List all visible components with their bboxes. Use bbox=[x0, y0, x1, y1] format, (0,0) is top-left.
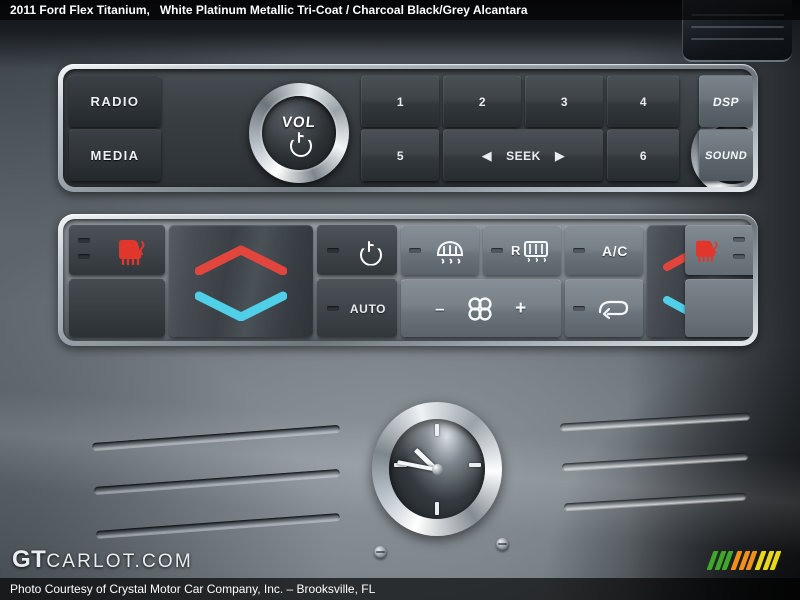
clock-tick-6 bbox=[435, 502, 439, 515]
preset-1-button[interactable]: 1 bbox=[361, 75, 439, 127]
volume-power-knob[interactable]: VOL bbox=[249, 83, 349, 183]
driver-seat-indicator-2 bbox=[78, 254, 90, 259]
preset-3-button[interactable]: 3 bbox=[525, 75, 603, 127]
clock-dial bbox=[389, 419, 485, 519]
volume-knob-label: VOL bbox=[281, 114, 317, 131]
preset-2-label: 2 bbox=[478, 94, 487, 109]
watermark-gt: GT bbox=[12, 546, 47, 573]
heated-seat-icon bbox=[119, 240, 145, 266]
radio-source-button[interactable]: RADIO bbox=[69, 75, 161, 127]
seek-button[interactable]: ◀ SEEK ▶ bbox=[443, 129, 603, 181]
sound-button[interactable]: SOUND bbox=[699, 129, 753, 181]
logo-group-orange bbox=[730, 551, 758, 570]
passenger-heated-seat-button[interactable] bbox=[685, 225, 753, 275]
passenger-seat-indicator-2 bbox=[733, 254, 745, 259]
radio-button-label: RADIO bbox=[90, 94, 140, 109]
front-defrost-icon bbox=[436, 240, 464, 264]
chevron-up-icon bbox=[195, 245, 287, 275]
clock-glass-reflection bbox=[389, 419, 485, 479]
preset-6-label: 6 bbox=[639, 148, 648, 163]
driver-heated-seat-button[interactable] bbox=[69, 225, 165, 275]
front-defrost-button[interactable] bbox=[401, 225, 479, 275]
photo-credit-text: Photo Courtesy of Crystal Motor Car Comp… bbox=[10, 582, 376, 596]
fan-speed-control[interactable]: – + bbox=[401, 279, 561, 337]
chevron-down-icon bbox=[195, 291, 287, 321]
console-fastener-right bbox=[496, 538, 509, 551]
power-icon bbox=[289, 132, 309, 152]
passenger-seat-indicator-1 bbox=[733, 237, 745, 242]
sound-label: SOUND bbox=[704, 149, 749, 162]
analog-clock bbox=[372, 402, 502, 536]
preset-5-button[interactable]: 5 bbox=[361, 129, 439, 181]
preset-6-button[interactable]: 6 bbox=[607, 129, 679, 181]
driver-temperature-rocker[interactable] bbox=[169, 225, 313, 337]
rear-defrost-icon bbox=[524, 240, 548, 262]
recirculate-icon bbox=[598, 300, 629, 319]
fan-up-button[interactable]: + bbox=[515, 298, 527, 320]
climate-power-indicator bbox=[327, 248, 339, 253]
power-icon bbox=[359, 240, 379, 261]
preset-4-button[interactable]: 4 bbox=[607, 75, 679, 127]
rear-defrost-button[interactable]: R bbox=[483, 225, 561, 275]
photo-credit-bar: Photo Courtesy of Crystal Motor Car Comp… bbox=[0, 578, 800, 600]
preset-2-button[interactable]: 2 bbox=[443, 75, 521, 127]
watermark-carlot: CARLOT.COM bbox=[46, 551, 193, 572]
ac-indicator bbox=[573, 248, 585, 253]
driver-seat-indicator-1 bbox=[78, 238, 90, 243]
screenshot-canvas: RADIO MEDIA VOL 1 2 3 4 5 ◀ SEEK ▶ 6 DSP… bbox=[0, 0, 800, 600]
driver-temp-up-button[interactable] bbox=[195, 245, 287, 275]
climate-control-panel: AUTO – + R A/C bbox=[58, 214, 758, 346]
fan-down-button[interactable]: – bbox=[435, 299, 445, 319]
volume-knob-face[interactable]: VOL bbox=[262, 96, 336, 170]
preset-3-label: 3 bbox=[560, 94, 569, 109]
dsp-label: DSP bbox=[712, 94, 741, 109]
auto-indicator bbox=[327, 306, 339, 311]
media-button-label: MEDIA bbox=[90, 148, 140, 163]
vehicle-colors: White Platinum Metallic Tri-Coat / Charc… bbox=[159, 3, 528, 17]
passenger-seat-blank-button[interactable] bbox=[685, 279, 753, 337]
ac-button[interactable]: A/C bbox=[565, 225, 643, 275]
media-source-button[interactable]: MEDIA bbox=[69, 129, 161, 181]
rear-defrost-label: R bbox=[511, 243, 521, 258]
dsp-button[interactable]: DSP bbox=[699, 75, 753, 127]
audio-head-unit-panel: RADIO MEDIA VOL 1 2 3 4 5 ◀ SEEK ▶ 6 DSP… bbox=[58, 64, 758, 192]
listing-title-bar: 2011 Ford Flex Titanium, White Platinum … bbox=[0, 0, 800, 20]
recirculate-button[interactable] bbox=[565, 279, 643, 337]
driver-seat-blank-button[interactable] bbox=[69, 279, 165, 337]
seek-next-icon[interactable]: ▶ bbox=[555, 149, 566, 162]
ac-label: A/C bbox=[602, 242, 628, 259]
brand-logo-mark bbox=[706, 551, 782, 570]
driver-temp-down-button[interactable] bbox=[195, 291, 287, 321]
auto-label: AUTO bbox=[349, 301, 387, 316]
preset-1-label: 1 bbox=[396, 94, 405, 109]
preset-4-label: 4 bbox=[639, 94, 648, 109]
rear-defrost-indicator bbox=[491, 248, 503, 253]
preset-5-label: 5 bbox=[396, 148, 405, 163]
front-defrost-indicator bbox=[409, 248, 421, 253]
heated-seat-icon bbox=[696, 240, 718, 262]
auto-climate-button[interactable]: AUTO bbox=[317, 279, 397, 337]
fan-icon bbox=[468, 296, 492, 321]
seek-label: SEEK bbox=[506, 148, 541, 163]
console-fastener-left bbox=[374, 546, 387, 559]
recirculate-indicator bbox=[573, 306, 585, 311]
site-watermark: GT CARLOT.COM bbox=[12, 546, 193, 574]
vehicle-year-model: 2011 Ford Flex Titanium, bbox=[10, 3, 150, 17]
seek-prev-icon[interactable]: ◀ bbox=[482, 149, 493, 162]
climate-power-button[interactable] bbox=[317, 225, 397, 275]
